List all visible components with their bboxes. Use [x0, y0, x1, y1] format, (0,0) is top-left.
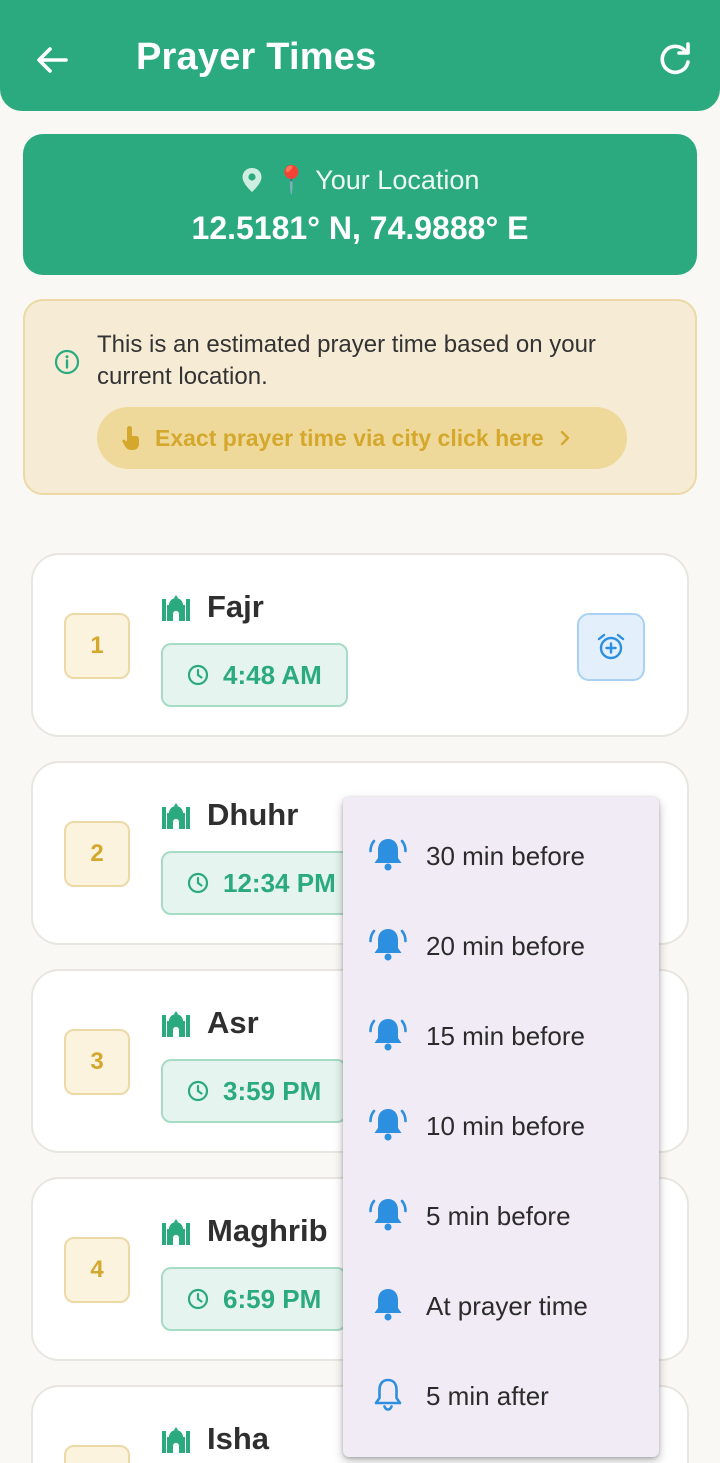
exact-time-city-label: Exact prayer time via city click here [155, 424, 544, 451]
reminder-options-menu: 30 min before 20 min before 15 min befor… [343, 797, 659, 1457]
prayer-time-pill: 12:34 PM [161, 851, 362, 915]
reminder-option-label: 15 min before [426, 1021, 585, 1051]
bell-icon [374, 1289, 402, 1321]
clock-icon [187, 1080, 209, 1102]
mosque-icon [162, 595, 190, 621]
reminder-option-10-before[interactable]: 10 min before [343, 1067, 659, 1157]
prayer-time-pill: 3:59 PM [161, 1059, 348, 1123]
bell-ring-icon [369, 1019, 407, 1051]
prayer-name: Maghrib [207, 1213, 328, 1248]
mosque-icon [162, 1427, 190, 1453]
clock-icon [187, 872, 209, 894]
app-bar: Prayer Times [0, 0, 720, 111]
reminder-option-label: 10 min before [426, 1111, 585, 1141]
chevron-right-icon [560, 430, 569, 446]
clock-icon [187, 1288, 209, 1310]
prayer-time-pill: 6:59 PM [161, 1267, 348, 1331]
mosque-icon [162, 1011, 190, 1037]
tap-finger-icon [122, 426, 139, 450]
mosque-icon [162, 803, 190, 829]
prayer-time: 3:59 PM [223, 1075, 322, 1106]
reminder-option-label: 5 min after [426, 1381, 549, 1411]
prayer-time: 6:59 PM [223, 1283, 322, 1314]
page-title: Prayer Times [136, 36, 377, 78]
prayer-name: Asr [207, 1005, 259, 1040]
reminder-option-label: 20 min before [426, 931, 585, 961]
reminder-option-label: At prayer time [426, 1291, 588, 1321]
prayer-index-badge: 3 [64, 1029, 130, 1095]
prayer-card-fajr: 1 Fajr 4:48 AM [31, 553, 689, 737]
location-label: 📍 Your Location [274, 165, 480, 195]
reminder-option-15-before[interactable]: 15 min before [343, 977, 659, 1067]
clock-icon [187, 664, 209, 686]
prayer-time: 12:34 PM [223, 867, 336, 898]
prayer-name: Dhuhr [207, 797, 299, 832]
bell-ring-icon [369, 929, 407, 961]
location-coordinates: 12.5181° N, 74.9888° E [191, 210, 529, 246]
mosque-icon [162, 1219, 190, 1245]
prayer-name: Fajr [207, 589, 264, 624]
prayer-index-badge: 4 [64, 1237, 130, 1303]
bell-ring-icon [369, 1109, 407, 1141]
prayer-index-badge: 1 [64, 613, 130, 679]
arrow-left-icon[interactable] [30, 38, 74, 82]
bell-outline-icon [374, 1378, 402, 1411]
reminder-option-label: 30 min before [426, 841, 585, 871]
prayer-time-pill: 4:48 AM [161, 643, 348, 707]
alarm-add-icon [597, 633, 625, 660]
location-label-row: 📍 Your Location [23, 160, 697, 200]
info-icon [54, 349, 80, 375]
reminder-option-5-before[interactable]: 5 min before [343, 1157, 659, 1247]
estimate-notice-card: This is an estimated prayer time based o… [23, 299, 697, 495]
prayer-index-badge: 2 [64, 821, 130, 887]
prayer-name: Isha [207, 1421, 270, 1456]
reminder-option-5-after[interactable]: 5 min after [343, 1337, 659, 1427]
set-reminder-button[interactable] [577, 613, 645, 681]
reminder-option-at-time[interactable]: At prayer time [343, 1247, 659, 1337]
estimate-notice-text: This is an estimated prayer time based o… [97, 331, 596, 390]
reminder-option-label: 5 min before [426, 1201, 571, 1231]
location-card: 📍 Your Location 12.5181° N, 74.9888° E [23, 134, 697, 275]
bell-ring-icon [369, 839, 407, 871]
prayer-index-badge: 5 [64, 1445, 130, 1463]
exact-time-city-button[interactable]: Exact prayer time via city click here [97, 407, 627, 469]
prayer-time: 4:48 AM [223, 659, 322, 690]
refresh-icon[interactable] [654, 38, 696, 80]
bell-ring-icon [369, 1199, 407, 1231]
map-pin-icon [242, 168, 262, 192]
reminder-option-30-before[interactable]: 30 min before [343, 797, 659, 887]
reminder-option-20-before[interactable]: 20 min before [343, 887, 659, 977]
